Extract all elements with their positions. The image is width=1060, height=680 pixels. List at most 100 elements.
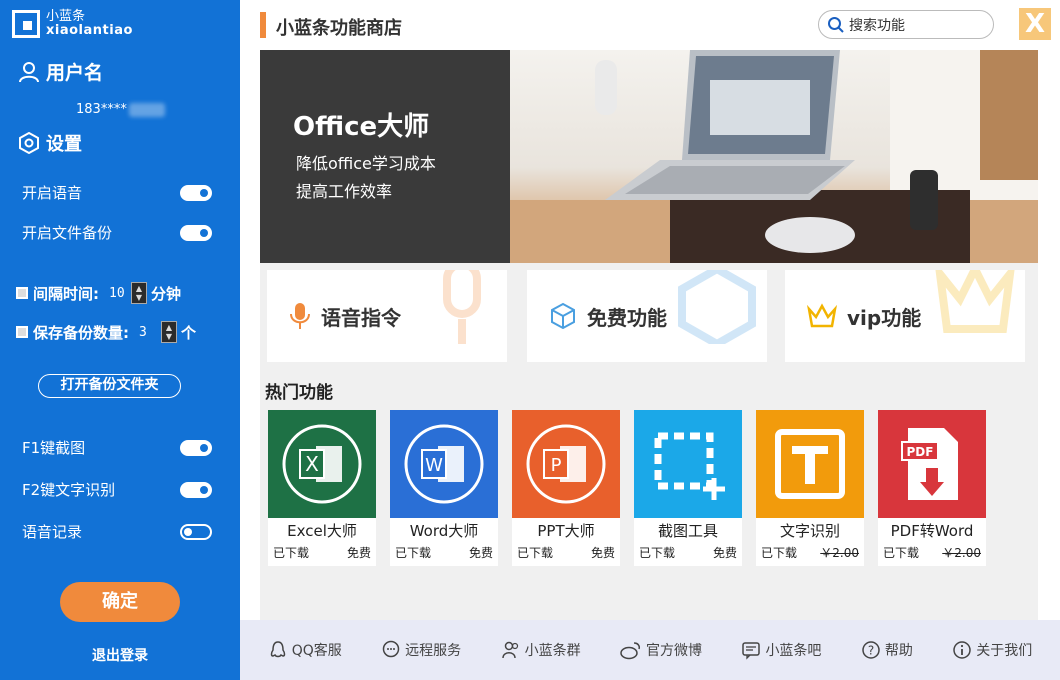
backup-toggle-row: 开启文件备份 (22, 222, 212, 243)
group-link[interactable]: 小蓝条群 (501, 640, 581, 660)
sidebar: 小蓝条 xiaolantiao 用户名 183**** 设置 开启语音 开启文件… (0, 0, 240, 680)
help-link[interactable]: ? 帮助 (861, 640, 913, 660)
voice-record-label: 语音记录 (22, 523, 83, 541)
f1-toggle-label: F1键截图 (22, 439, 86, 457)
screenshot-icon (634, 410, 742, 518)
interval-checkbox[interactable] (16, 287, 28, 299)
svg-text:P: P (551, 455, 562, 476)
app-card-screenshot[interactable]: 截图工具 已下载 免费 (634, 410, 742, 566)
voice-toggle[interactable] (180, 184, 212, 201)
logo-mark-icon (12, 10, 40, 38)
app-status: 已下载 (517, 546, 554, 560)
backup-count-checkbox[interactable] (16, 326, 28, 338)
chevron-down-icon[interactable]: ▼ (136, 293, 142, 302)
store-panel: 小蓝条功能商店 搜索功能 X Office大师 降低office学习成本 提高工… (240, 0, 1060, 680)
group-icon (501, 641, 518, 659)
bottom-toolbar: QQ客服 远程服务 小蓝条群 官方微博 小蓝条吧 ? 帮助 关于我们 (240, 620, 1060, 680)
app-status: 已下载 (883, 546, 920, 560)
user-row: 用户名 (18, 58, 103, 85)
hot-features-title: 热门功能 (265, 383, 333, 403)
chevron-down-icon[interactable]: ▼ (166, 332, 172, 341)
category-voice-commands[interactable]: 语音指令 (267, 270, 507, 362)
weibo-link[interactable]: 官方微博 (620, 640, 702, 660)
user-icon (19, 61, 39, 82)
backup-count-stepper[interactable]: ▲ ▼ (161, 321, 177, 343)
microphone-watermark-icon (443, 270, 481, 344)
chat-icon (382, 640, 400, 658)
bb-label: 帮助 (884, 643, 913, 659)
banner-text-panel: Office大师 降低office学习成本 提高工作效率 (260, 50, 510, 263)
close-button[interactable]: X (1019, 8, 1051, 40)
search-input[interactable]: 搜索功能 (818, 10, 994, 39)
chevron-up-icon[interactable]: ▲ (166, 323, 172, 332)
app-status: 已下载 (761, 546, 798, 560)
search-placeholder: 搜索功能 (849, 17, 905, 34)
app-card-ppt[interactable]: P PPT大师 已下载 免费 (512, 410, 620, 566)
microphone-icon (290, 303, 310, 329)
app-name: 截图工具 (657, 522, 718, 540)
bb-label: 远程服务 (405, 643, 462, 659)
office-banner[interactable]: Office大师 降低office学习成本 提高工作效率 (260, 50, 1038, 263)
interval-value[interactable]: 10 (109, 286, 131, 301)
message-icon (742, 642, 761, 660)
svg-text:PDF: PDF (907, 445, 934, 459)
voice-record-toggle[interactable] (180, 523, 212, 540)
cube-watermark-icon (678, 270, 756, 344)
settings-icon (19, 132, 39, 154)
category-vip-features[interactable]: vip功能 (785, 270, 1025, 362)
crown-icon (807, 303, 837, 328)
confirm-button[interactable]: 确定 (60, 582, 180, 622)
info-icon (953, 641, 972, 659)
chevron-up-icon[interactable]: ▲ (136, 284, 142, 293)
app-card-text-recognition[interactable]: 文字识别 已下载 ￥2.00 (756, 410, 864, 566)
qq-icon (270, 641, 285, 658)
app-price: ￥2.00 (942, 546, 981, 560)
banner-photo (510, 50, 1038, 263)
logo-en-text: xiaolantiao (46, 23, 133, 38)
svg-text:W: W (425, 455, 443, 476)
backup-toggle[interactable] (180, 224, 212, 241)
remote-service-link[interactable]: 远程服务 (381, 640, 461, 660)
help-icon: ? (862, 641, 880, 659)
banner-line2: 提高工作效率 (296, 182, 393, 201)
f1-toggle[interactable] (180, 439, 212, 456)
interval-row: 间隔时间: 10 ▲ ▼ 分钟 (16, 282, 181, 304)
bb-label: 小蓝条群 (524, 643, 581, 659)
bb-label: 官方微博 (646, 643, 703, 659)
ppt-icon: P (512, 410, 620, 518)
voice-toggle-label: 开启语音 (22, 184, 83, 202)
app-price: 免费 (712, 546, 737, 560)
word-icon: W (390, 410, 498, 518)
phone-number: 183**** (76, 102, 165, 117)
settings-header: 设置 (18, 130, 82, 156)
bb-label: 小蓝条吧 (765, 643, 822, 659)
app-logo: 小蓝条 xiaolantiao (12, 10, 133, 38)
app-name: PDF转Word (890, 522, 974, 540)
backup-toggle-label: 开启文件备份 (22, 224, 113, 242)
laptop-desk-illustration (510, 50, 1038, 263)
banner-heading: Office大师 (293, 112, 430, 142)
interval-stepper[interactable]: ▲ ▼ (131, 282, 147, 304)
phone-text: 183**** (76, 102, 127, 117)
app-status: 已下载 (273, 546, 310, 560)
f2-toggle-row: F2键文字识别 (22, 479, 212, 500)
backup-count-value[interactable]: 3 (139, 325, 161, 340)
category-label: 语音指令 (321, 305, 401, 330)
app-card-pdf-to-word[interactable]: PDF PDF转Word 已下载 ￥2.00 (878, 410, 986, 566)
text-recognition-icon (756, 410, 864, 518)
app-card-word[interactable]: W Word大师 已下载 免费 (390, 410, 498, 566)
open-backup-folder-button[interactable]: 打开备份文件夹 (38, 374, 181, 398)
app-price: 免费 (468, 546, 493, 560)
about-link[interactable]: 关于我们 (952, 640, 1032, 660)
interval-unit: 分钟 (151, 284, 182, 303)
f1-toggle-row: F1键截图 (22, 437, 212, 458)
f2-toggle[interactable] (180, 481, 212, 498)
app-price: 免费 (590, 546, 615, 560)
app-price: ￥2.00 (820, 546, 859, 560)
backup-count-row: 保存备份数量: 3 ▲ ▼ 个 (16, 321, 196, 343)
app-card-excel[interactable]: X Excel大师 已下载 免费 (268, 410, 376, 566)
forum-link[interactable]: 小蓝条吧 (741, 640, 821, 660)
qq-support-link[interactable]: QQ客服 (268, 640, 342, 660)
logout-link[interactable]: 退出登录 (0, 645, 240, 665)
category-free-features[interactable]: 免费功能 (527, 270, 767, 362)
